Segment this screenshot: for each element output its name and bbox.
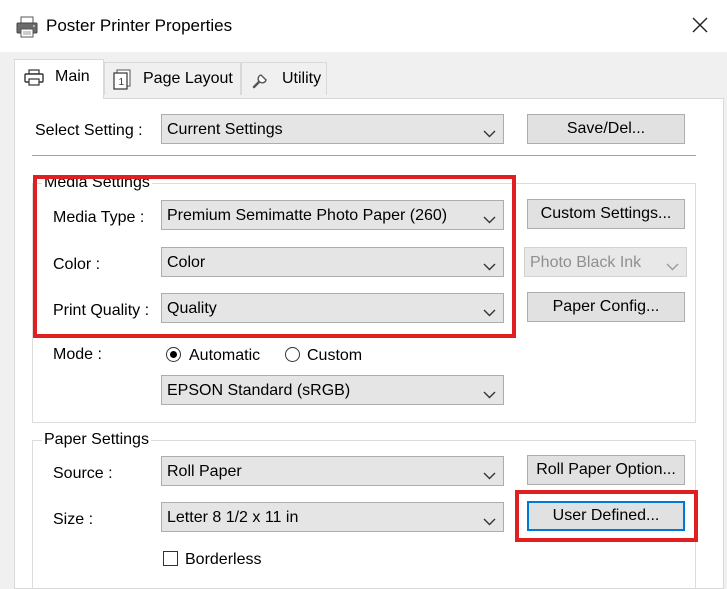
tab-main-label: Main (55, 68, 90, 85)
chevron-down-icon (483, 211, 496, 224)
media-type-label: Media Type : (53, 209, 145, 226)
tab-main[interactable]: Main (14, 59, 104, 99)
chevron-down-icon (483, 125, 496, 138)
tab-page-layout[interactable]: 1 Page Layout (104, 62, 241, 95)
select-setting-combo[interactable]: Current Settings (161, 114, 504, 144)
mode-profile-value: EPSON Standard (sRGB) (167, 382, 351, 399)
close-icon[interactable] (687, 12, 713, 38)
tab-page-layout-label: Page Layout (143, 70, 233, 87)
printer-properties-window: Poster Printer Properties Main 1 Page La… (0, 0, 727, 589)
wrench-icon (250, 68, 272, 90)
size-combo[interactable]: Letter 8 1/2 x 11 in (161, 502, 504, 532)
source-value: Roll Paper (167, 463, 242, 480)
page-layout-icon: 1 (111, 68, 133, 90)
chevron-down-icon (483, 467, 496, 480)
ink-combo[interactable]: Photo Black Ink (524, 247, 687, 277)
color-label: Color : (53, 256, 101, 273)
tab-utility-label: Utility (282, 70, 322, 87)
paper-config-button[interactable]: Paper Config... (527, 292, 685, 322)
size-label: Size : (53, 511, 94, 528)
printer-app-icon (14, 14, 40, 40)
chevron-down-icon (483, 258, 496, 271)
media-settings-title: Media Settings (42, 174, 152, 192)
chevron-down-icon (483, 304, 496, 317)
chevron-down-icon (483, 513, 496, 526)
color-combo[interactable]: Color (161, 247, 504, 277)
chevron-down-icon (666, 258, 679, 271)
paper-settings-title: Paper Settings (42, 431, 151, 449)
print-quality-label: Print Quality : (53, 302, 150, 319)
title-bar: Poster Printer Properties (0, 0, 727, 52)
size-value: Letter 8 1/2 x 11 in (167, 509, 299, 526)
print-quality-combo[interactable]: Quality (161, 293, 504, 323)
media-type-value: Premium Semimatte Photo Paper (260) (167, 207, 448, 224)
save-del-button[interactable]: Save/Del... (527, 114, 685, 144)
media-type-combo[interactable]: Premium Semimatte Photo Paper (260) (161, 200, 504, 230)
chevron-down-icon (483, 386, 496, 399)
select-setting-label: Select Setting : (35, 122, 143, 139)
ink-value: Photo Black Ink (530, 254, 642, 271)
radio-selected-dot (170, 351, 177, 358)
mode-profile-combo[interactable]: EPSON Standard (sRGB) (161, 375, 504, 405)
svg-text:1: 1 (119, 77, 125, 88)
mode-custom-radio[interactable] (285, 347, 300, 362)
user-defined-button[interactable]: User Defined... (527, 501, 685, 531)
tab-utility[interactable]: Utility (241, 62, 327, 95)
select-setting-value: Current Settings (167, 121, 283, 138)
window-title: Poster Printer Properties (46, 16, 233, 35)
printer-icon (23, 67, 45, 89)
mode-automatic-label: Automatic (189, 347, 261, 364)
custom-settings-button[interactable]: Custom Settings... (527, 199, 685, 229)
source-label: Source : (53, 465, 113, 482)
print-quality-value: Quality (167, 300, 217, 317)
mode-label: Mode : (53, 346, 102, 363)
mode-automatic-radio[interactable] (166, 347, 181, 362)
borderless-label: Borderless (185, 551, 262, 568)
borderless-checkbox[interactable] (163, 551, 178, 566)
roll-paper-option-button[interactable]: Roll Paper Option... (527, 455, 685, 485)
mode-custom-label: Custom (307, 347, 363, 364)
source-combo[interactable]: Roll Paper (161, 456, 504, 486)
color-value: Color (167, 254, 206, 271)
divider (32, 155, 696, 156)
